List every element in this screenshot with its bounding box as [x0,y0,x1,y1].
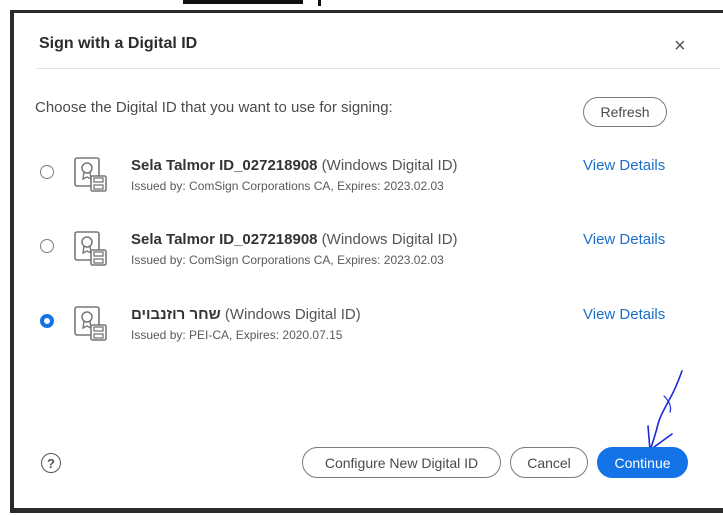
help-icon[interactable]: ? [41,453,61,473]
id-radio-button[interactable] [40,165,54,179]
continue-button[interactable]: Continue [597,447,688,478]
close-icon[interactable]: × [674,35,686,58]
dialog-title: Sign with a Digital ID [39,35,198,52]
window-border-bottom [10,508,723,513]
id-name: שחר רוזנבוים (Windows Digital ID) [131,306,361,323]
cancel-button[interactable]: Cancel [510,447,588,478]
background-fragment [318,0,321,6]
digital-id-row[interactable]: Sela Talmor ID_027218908 (Windows Digita… [14,225,723,285]
id-owner: שחר רוזנבוים [131,306,221,323]
id-name: Sela Talmor ID_027218908 (Windows Digita… [131,231,458,248]
id-issuer-expiry: Issued by: PEI-CA, Expires: 2020.07.15 [131,328,343,342]
hand-drawn-arrow-annotation [647,370,683,451]
background-fragment [183,0,303,4]
certificate-icon [74,231,107,266]
choose-id-prompt: Choose the Digital ID that you want to u… [35,99,393,116]
id-radio-button-selected[interactable] [40,314,54,328]
sign-with-digital-id-dialog: Sign with a Digital ID × Choose the Digi… [14,13,723,508]
view-details-link[interactable]: View Details [583,231,665,248]
id-type: (Windows Digital ID) [317,157,458,174]
title-divider [36,68,720,69]
id-issuer-expiry: Issued by: ComSign Corporations CA, Expi… [131,179,444,193]
view-details-link[interactable]: View Details [583,306,665,323]
digital-id-row-selected[interactable]: שחר רוזנבוים (Windows Digital ID) Issued… [14,300,723,360]
id-type: (Windows Digital ID) [220,306,361,323]
certificate-icon [74,157,107,192]
id-name: Sela Talmor ID_027218908 (Windows Digita… [131,157,458,174]
id-owner: Sela Talmor ID_027218908 [131,231,318,248]
digital-id-row[interactable]: Sela Talmor ID_027218908 (Windows Digita… [14,151,723,211]
certificate-icon [74,306,107,341]
view-details-link[interactable]: View Details [583,157,665,174]
id-type: (Windows Digital ID) [317,231,458,248]
id-owner: Sela Talmor ID_027218908 [131,157,318,174]
screenshot-frame: Sign with a Digital ID × Choose the Digi… [0,0,723,515]
configure-new-digital-id-button[interactable]: Configure New Digital ID [302,447,501,478]
id-radio-button[interactable] [40,239,54,253]
refresh-button[interactable]: Refresh [583,97,667,127]
id-issuer-expiry: Issued by: ComSign Corporations CA, Expi… [131,253,444,267]
